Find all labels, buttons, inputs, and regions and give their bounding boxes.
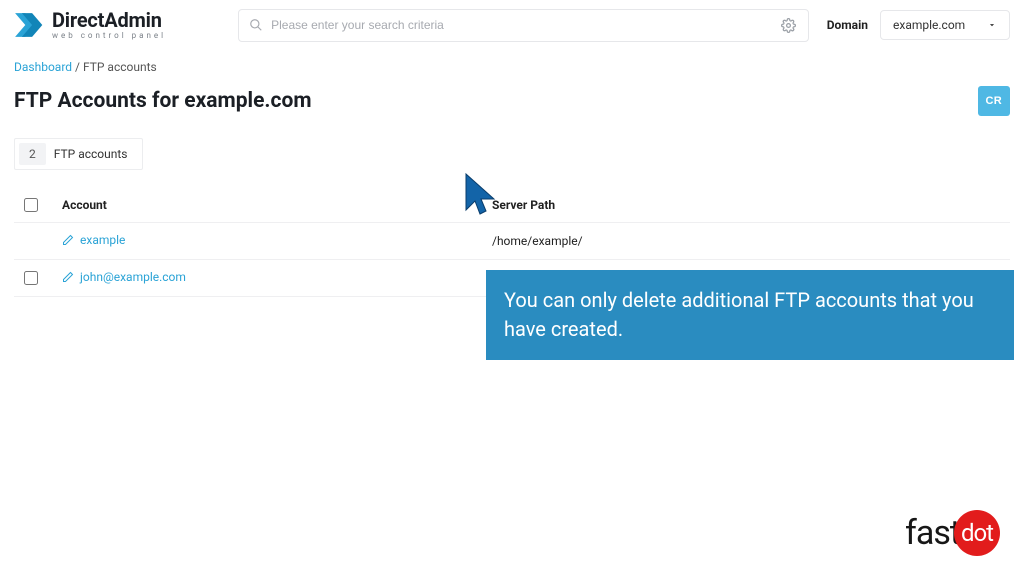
logo-title: DirectAdmin bbox=[52, 10, 166, 30]
server-path: /home/example/ bbox=[492, 234, 1004, 248]
logo-subtitle: web control panel bbox=[52, 32, 166, 40]
select-all-cell bbox=[20, 198, 62, 212]
pencil-icon bbox=[62, 234, 74, 246]
table-header-row: Account Server Path bbox=[14, 188, 1010, 223]
watermark-left: fast bbox=[905, 513, 960, 553]
select-all-checkbox[interactable] bbox=[24, 198, 38, 212]
page-title: FTP Accounts for example.com bbox=[14, 89, 312, 113]
count-label: FTP accounts bbox=[54, 147, 128, 161]
pencil-icon bbox=[62, 271, 74, 283]
gear-icon[interactable] bbox=[779, 16, 798, 35]
chevron-down-icon bbox=[987, 20, 997, 30]
watermark: fast dot bbox=[905, 510, 1000, 556]
domain-select[interactable]: example.com bbox=[880, 10, 1010, 40]
top-bar: DirectAdmin web control panel Domain exa… bbox=[0, 0, 1024, 50]
account-link[interactable]: john@example.com bbox=[62, 270, 186, 284]
table-row: example /home/example/ bbox=[14, 223, 1010, 260]
breadcrumb-root[interactable]: Dashboard bbox=[14, 60, 72, 74]
watermark-right: dot bbox=[954, 510, 1000, 556]
column-account: Account bbox=[62, 198, 492, 212]
search-box bbox=[238, 9, 809, 42]
create-button[interactable]: CR bbox=[978, 86, 1011, 116]
logo-icon bbox=[10, 8, 44, 42]
logo[interactable]: DirectAdmin web control panel bbox=[10, 8, 166, 42]
logo-text: DirectAdmin web control panel bbox=[52, 10, 166, 40]
search-input[interactable] bbox=[271, 18, 771, 32]
summary-row: 2 FTP accounts bbox=[0, 130, 1024, 184]
row-check-cell bbox=[20, 271, 62, 285]
search-icon bbox=[249, 18, 263, 32]
domain-label: Domain bbox=[827, 18, 868, 32]
column-path: Server Path bbox=[492, 198, 1004, 212]
page-header: FTP Accounts for example.com CR bbox=[0, 82, 1024, 130]
tutorial-callout: You can only delete additional FTP accou… bbox=[486, 270, 1014, 360]
search-wrapper bbox=[238, 9, 809, 42]
domain-value: example.com bbox=[893, 18, 965, 32]
breadcrumb: Dashboard / FTP accounts bbox=[0, 50, 1024, 82]
count-number: 2 bbox=[19, 143, 46, 165]
row-checkbox[interactable] bbox=[24, 271, 38, 285]
breadcrumb-current: FTP accounts bbox=[83, 60, 157, 74]
count-chip: 2 FTP accounts bbox=[14, 138, 143, 170]
account-link[interactable]: example bbox=[62, 233, 125, 247]
